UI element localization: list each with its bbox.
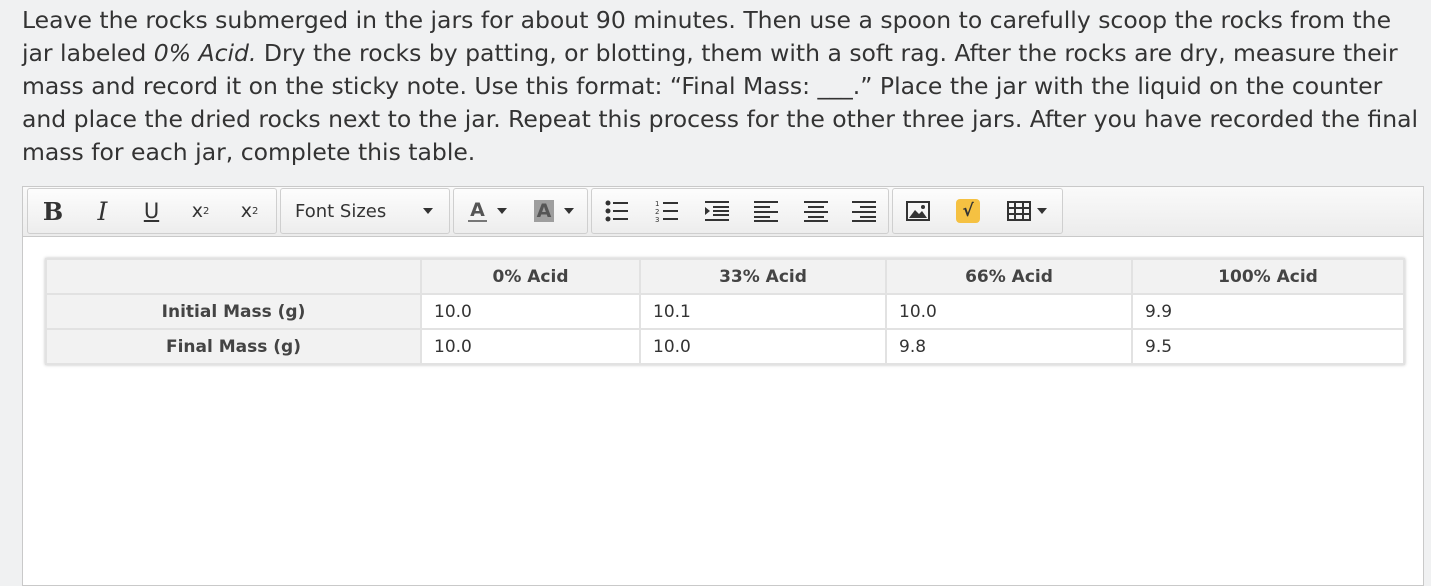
table-row: Initial Mass (g) 10.0 10.1 10.0 9.9 bbox=[45, 293, 1405, 330]
indent-button[interactable] bbox=[692, 189, 741, 233]
table-cell[interactable]: 10.1 bbox=[639, 293, 887, 330]
superscript-x: x bbox=[191, 200, 203, 222]
numbered-list-button[interactable]: 1 2 3 bbox=[642, 189, 692, 233]
paragraph-group: 1 2 3 bbox=[591, 188, 889, 234]
svg-text:1: 1 bbox=[655, 200, 659, 208]
header-cell-33-acid: 33% Acid bbox=[639, 258, 887, 295]
background-color-icon: A bbox=[533, 200, 555, 222]
font-sizes-label: Font Sizes bbox=[295, 200, 387, 222]
align-center-button[interactable] bbox=[791, 189, 840, 233]
svg-text:3: 3 bbox=[655, 216, 659, 223]
table-header-row: 0% Acid 33% Acid 66% Acid 100% Acid bbox=[45, 258, 1405, 295]
table-cell[interactable]: 9.5 bbox=[1131, 328, 1405, 365]
bold-button[interactable]: B bbox=[28, 189, 78, 233]
align-left-button[interactable] bbox=[741, 189, 791, 233]
font-size-group: Font Sizes bbox=[280, 188, 450, 234]
header-cell-100-acid: 100% Acid bbox=[1131, 258, 1405, 295]
text-color-button[interactable]: A bbox=[454, 189, 521, 233]
table-row: Final Mass (g) 10.0 10.0 9.8 9.5 bbox=[45, 328, 1405, 365]
format-group: B I U x2 x2 bbox=[27, 188, 277, 234]
table-cell[interactable]: 10.0 bbox=[420, 328, 641, 365]
image-icon bbox=[906, 201, 930, 221]
svg-text:2: 2 bbox=[655, 208, 659, 216]
bulleted-list-icon bbox=[605, 200, 628, 222]
header-corner-cell bbox=[45, 258, 422, 295]
table-cell[interactable]: 10.0 bbox=[639, 328, 887, 365]
chevron-down-icon bbox=[564, 208, 575, 214]
subscript-button[interactable]: x2 bbox=[225, 189, 274, 233]
chevron-down-icon bbox=[1037, 208, 1047, 214]
table-cell[interactable]: 9.9 bbox=[1131, 293, 1405, 330]
chevron-down-icon bbox=[423, 208, 433, 214]
bulleted-list-button[interactable] bbox=[592, 189, 642, 233]
underline-button[interactable]: U bbox=[127, 189, 176, 233]
instructions-jar-label: 0% Acid. bbox=[153, 39, 257, 67]
background-color-button[interactable]: A bbox=[521, 189, 587, 233]
table-cell[interactable]: 9.8 bbox=[885, 328, 1133, 365]
subscript-mark: 2 bbox=[251, 205, 259, 217]
align-right-icon bbox=[852, 201, 876, 222]
indent-icon bbox=[704, 201, 729, 221]
subscript-x: x bbox=[240, 200, 252, 222]
insert-group: √ bbox=[892, 188, 1063, 234]
table-icon bbox=[1007, 201, 1031, 221]
mass-data-table[interactable]: 0% Acid 33% Acid 66% Acid 100% Acid Init… bbox=[45, 258, 1405, 365]
align-center-icon bbox=[803, 201, 828, 222]
math-icon: √ bbox=[956, 199, 980, 223]
header-cell-66-acid: 66% Acid bbox=[885, 258, 1133, 295]
align-right-button[interactable] bbox=[840, 189, 888, 233]
color-group: A A bbox=[453, 188, 588, 234]
numbered-list-icon: 1 2 3 bbox=[655, 200, 678, 223]
chevron-down-icon bbox=[496, 208, 507, 214]
align-left-icon bbox=[754, 201, 778, 222]
editor-toolbar: B I U x2 x2 Font Sizes A A 1 2 3 √ bbox=[23, 187, 1423, 237]
table-cell[interactable]: 10.0 bbox=[885, 293, 1133, 330]
font-sizes-dropdown[interactable]: Font Sizes bbox=[281, 189, 445, 233]
instructions-text: Leave the rocks submerged in the jars fo… bbox=[22, 4, 1422, 169]
insert-table-button[interactable] bbox=[993, 189, 1061, 233]
header-cell-0-acid: 0% Acid bbox=[420, 258, 641, 295]
table-cell[interactable]: 10.0 bbox=[420, 293, 641, 330]
text-color-icon: A bbox=[468, 198, 487, 222]
rich-text-editor[interactable]: B I U x2 x2 Font Sizes A A 1 2 3 √ 0% Ac… bbox=[22, 186, 1424, 586]
superscript-button[interactable]: x2 bbox=[176, 189, 225, 233]
insert-image-button[interactable] bbox=[893, 189, 943, 233]
row-label-initial-mass: Initial Mass (g) bbox=[45, 293, 422, 330]
insert-math-button[interactable]: √ bbox=[943, 189, 993, 233]
superscript-mark: 2 bbox=[202, 205, 210, 217]
row-label-final-mass: Final Mass (g) bbox=[45, 328, 422, 365]
italic-button[interactable]: I bbox=[78, 189, 127, 233]
